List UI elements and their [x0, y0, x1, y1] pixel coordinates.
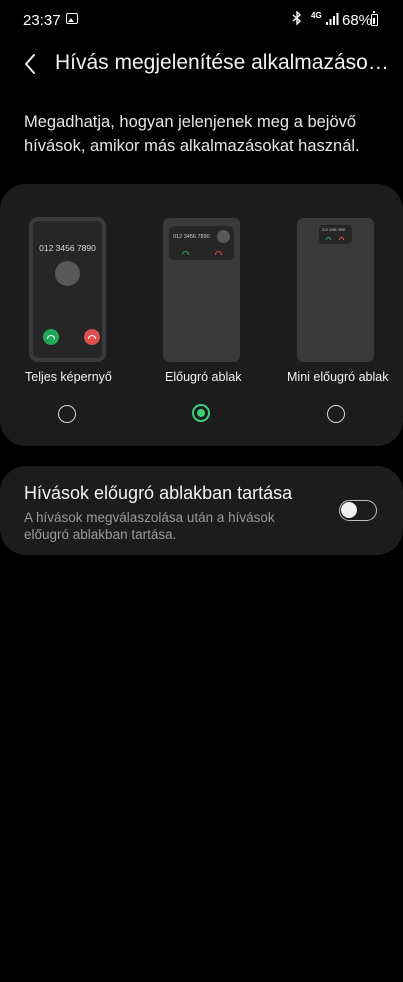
status-time: 23:37 — [23, 12, 61, 29]
full-screen-preview: 012 3456 7890 — [29, 217, 106, 362]
network-type: 4G — [311, 11, 322, 20]
avatar-icon — [217, 230, 230, 243]
mini-popup-preview: 012 3456 7890 — [297, 218, 374, 362]
battery-level: 68% — [342, 12, 373, 29]
answer-call-icon — [43, 329, 59, 345]
radio-mini-popup[interactable] — [327, 405, 345, 423]
decline-call-icon — [339, 237, 344, 240]
setting-subtitle: A hívások megválaszolása után a hívások … — [24, 510, 275, 542]
battery-icon — [371, 11, 378, 26]
display-style-card: 012 3456 7890 Teljes képernyő 012 3456 7… — [0, 184, 403, 446]
description-text: Megadhatja, hogyan jelenjenek meg a bejö… — [24, 113, 360, 155]
answer-call-icon — [326, 237, 331, 240]
popup-preview: 012 3456 7890 — [163, 218, 240, 362]
answer-call-icon — [182, 251, 189, 255]
signal-icon — [325, 12, 339, 26]
option-label: Teljes képernyő — [25, 370, 112, 384]
page-title: Hívás megjelenítése alkalmazások… — [55, 51, 395, 74]
preview-number: 012 3456 7890 — [173, 234, 210, 240]
bluetooth-icon — [292, 10, 302, 28]
option-popup[interactable]: 012 3456 7890 Előugró ablak — [134, 184, 268, 446]
preview-number: 012 3456 7890 — [322, 228, 346, 232]
app-header: Hívás megjelenítése alkalmazások… — [0, 44, 403, 80]
preview-number: 012 3456 7890 — [39, 243, 96, 253]
toggle-knob — [341, 502, 357, 518]
radio-popup[interactable] — [192, 404, 210, 422]
decline-call-icon — [84, 329, 100, 345]
option-label: Előugró ablak — [165, 370, 242, 384]
radio-full-screen[interactable] — [58, 405, 76, 423]
popup-window: 012 3456 7890 — [169, 226, 234, 260]
avatar-icon — [55, 261, 80, 286]
setting-title: Hívások előugró ablakban tartása — [24, 483, 293, 503]
option-label: Mini előugró ablak — [287, 370, 389, 384]
keep-in-popup-toggle[interactable] — [339, 500, 377, 521]
back-button[interactable] — [16, 48, 48, 80]
mini-popup-window: 012 3456 7890 — [319, 225, 352, 244]
chevron-left-icon — [25, 54, 35, 74]
gallery-icon — [66, 13, 78, 24]
option-mini-popup[interactable]: 012 3456 7890 Mini előugró ablak — [268, 184, 403, 446]
decline-call-icon — [215, 251, 222, 255]
status-bar: 23:37 4G 68% — [0, 0, 403, 40]
option-full-screen[interactable]: 012 3456 7890 Teljes képernyő — [0, 184, 134, 446]
